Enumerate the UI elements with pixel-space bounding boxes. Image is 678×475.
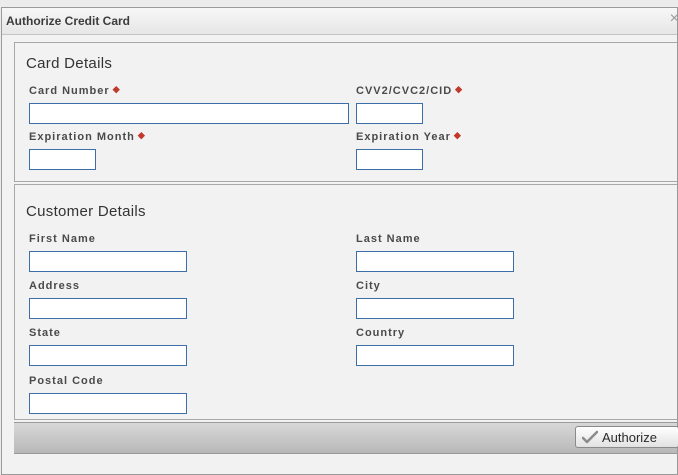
- authorize-button-label: Authorize: [602, 429, 657, 445]
- checkmark-icon: [582, 430, 598, 444]
- city-field: City: [356, 280, 514, 319]
- last-name-input[interactable]: [356, 251, 514, 272]
- state-input[interactable]: [29, 345, 187, 366]
- authorize-credit-card-dialog: Authorize Credit Card × Card Details Car…: [1, 7, 678, 475]
- state-label: State: [29, 327, 61, 339]
- postal-code-field: Postal Code: [29, 375, 187, 414]
- required-marker-icon: ◆: [112, 84, 121, 94]
- dialog-footer: Authorize: [14, 422, 678, 454]
- card-details-heading: Card Details: [26, 55, 113, 72]
- expiration-year-field: Expiration Year ◆: [356, 130, 462, 170]
- required-marker-icon: ◆: [137, 130, 146, 140]
- address-input[interactable]: [29, 298, 187, 319]
- first-name-field: First Name: [29, 233, 187, 272]
- required-marker-icon: ◆: [455, 84, 464, 94]
- cvv-label: CVV2/CVC2/CID: [356, 85, 453, 97]
- address-label: Address: [29, 280, 81, 292]
- cvv-field: CVV2/CVC2/CID ◆: [356, 84, 464, 124]
- expiration-month-label: Expiration Month: [29, 131, 135, 143]
- country-label: Country: [356, 327, 406, 339]
- city-label: City: [356, 280, 381, 292]
- first-name-label: First Name: [29, 233, 96, 245]
- last-name-field: Last Name: [356, 233, 514, 272]
- authorize-button[interactable]: Authorize: [575, 426, 678, 448]
- expiration-year-input[interactable]: [356, 149, 423, 170]
- card-number-label: Card Number: [29, 85, 110, 97]
- card-number-input[interactable]: [29, 103, 349, 124]
- expiration-month-field: Expiration Month ◆: [29, 130, 146, 170]
- first-name-input[interactable]: [29, 251, 187, 272]
- last-name-label: Last Name: [356, 233, 421, 245]
- expiration-month-input[interactable]: [29, 149, 96, 170]
- country-input[interactable]: [356, 345, 514, 366]
- address-field: Address: [29, 280, 187, 319]
- postal-code-label: Postal Code: [29, 375, 104, 387]
- cvv-input[interactable]: [356, 103, 423, 124]
- city-input[interactable]: [356, 298, 514, 319]
- customer-details-heading: Customer Details: [26, 203, 146, 220]
- state-field: State: [29, 327, 187, 366]
- dialog-title: Authorize Credit Card: [6, 14, 131, 28]
- card-details-section: Card Details Card Number ◆ CVV2/CVC2/CID ◆…: [14, 42, 677, 182]
- postal-code-input[interactable]: [29, 393, 187, 414]
- required-marker-icon: ◆: [453, 130, 462, 140]
- card-number-field: Card Number ◆: [29, 84, 349, 124]
- customer-details-section: Customer Details First Name Last Name Ad…: [14, 184, 677, 420]
- dialog-titlebar: Authorize Credit Card ×: [2, 8, 678, 35]
- country-field: Country: [356, 327, 514, 366]
- close-icon[interactable]: ×: [670, 11, 678, 27]
- expiration-year-label: Expiration Year: [356, 131, 451, 143]
